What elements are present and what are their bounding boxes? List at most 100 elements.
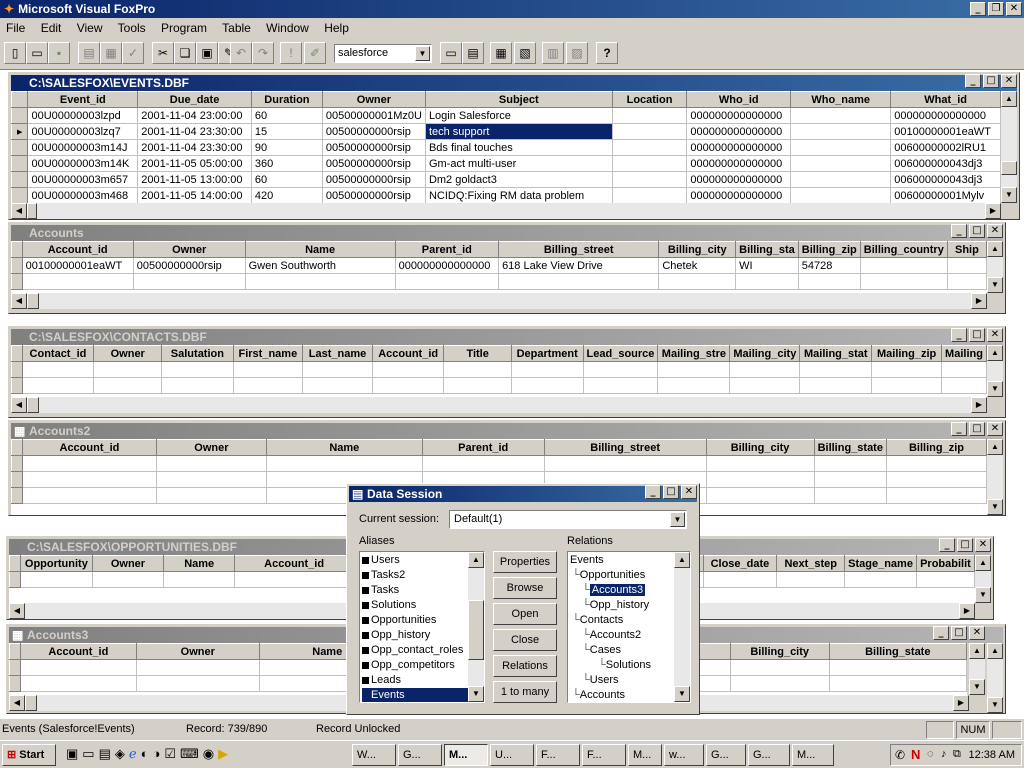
accounts-horizontal-scrollbar[interactable]: ◀ ▶: [11, 293, 987, 309]
table-row[interactable]: 00U00000003m14K 2001-11-05 05:00:00 360 005…: [11, 155, 1001, 172]
cell[interactable]: 54728: [797, 257, 861, 274]
col-parent-id[interactable]: Parent_id: [421, 439, 545, 456]
col-probability[interactable]: Probabilit: [915, 555, 975, 572]
cell[interactable]: 2001-11-05 05:00:00: [137, 155, 252, 172]
cell[interactable]: 00600000001Mylv: [890, 187, 1001, 203]
undo-icon[interactable]: ↶: [230, 42, 252, 64]
scroll-thumb[interactable]: [468, 600, 484, 660]
scroll-up-icon[interactable]: ▲: [674, 552, 690, 568]
cell[interactable]: 00500000001Mz0U: [321, 107, 426, 124]
run-icon[interactable]: !: [280, 42, 302, 64]
cell[interactable]: 2001-11-04 23:00:00: [137, 107, 252, 124]
current-record-indicator[interactable]: ▶: [11, 123, 29, 140]
quick-launch-icon[interactable]: ◈: [115, 746, 125, 762]
col-location[interactable]: Location: [611, 91, 688, 108]
row-selector[interactable]: [11, 155, 29, 172]
close-button[interactable]: Close: [493, 629, 557, 651]
tray-icon[interactable]: ◌: [927, 748, 934, 760]
print-preview-icon[interactable]: ▦: [100, 42, 122, 64]
report-wizard-icon[interactable]: ▧: [514, 42, 536, 64]
col-who-id[interactable]: Who_id: [686, 91, 792, 108]
view-window-icon[interactable]: ▤: [462, 42, 484, 64]
cell[interactable]: [611, 155, 688, 172]
cell[interactable]: 000000000000000: [686, 155, 792, 172]
accounts-minimize-button[interactable]: _: [951, 224, 967, 238]
col-name[interactable]: Name: [265, 439, 423, 456]
taskbar-button-g1[interactable]: G...: [706, 744, 746, 766]
app-minimize-button[interactable]: _: [970, 2, 986, 16]
quick-launch-icon[interactable]: ▤: [99, 746, 111, 762]
cell[interactable]: Dm2 goldact3: [424, 171, 613, 188]
table-row[interactable]: [11, 273, 987, 290]
scroll-up-icon[interactable]: ▲: [987, 643, 1003, 659]
menu-help[interactable]: Help: [324, 21, 349, 35]
scroll-thumb[interactable]: [27, 397, 39, 413]
command-window-icon[interactable]: ▭: [440, 42, 462, 64]
col-owner[interactable]: Owner: [93, 345, 163, 362]
row-selector[interactable]: [11, 187, 29, 203]
cell[interactable]: [790, 107, 892, 124]
cell[interactable]: Bds final touches: [424, 139, 613, 156]
open-button[interactable]: Open: [493, 603, 557, 625]
cell[interactable]: 000000000000000: [686, 139, 792, 156]
cell[interactable]: 420: [250, 187, 323, 203]
tree-node-accounts2[interactable]: └Accounts2: [582, 628, 641, 643]
scroll-up-icon[interactable]: ▲: [969, 643, 985, 659]
table-row[interactable]: 00U00000003lzpd 2001-11-04 23:00:00 60 0050…: [11, 107, 1001, 124]
new-icon[interactable]: ▯: [4, 42, 26, 64]
quick-launch-icon[interactable]: ⌨: [180, 746, 199, 762]
col-first-name[interactable]: First_name: [232, 345, 304, 362]
taskbar-button-foxpro[interactable]: M...: [444, 744, 488, 766]
tree-node-accounts[interactable]: └Accounts: [572, 688, 625, 702]
opportunities-close-button[interactable]: ✕: [975, 538, 991, 552]
tree-node-opp-history[interactable]: └Opp_history: [582, 598, 649, 613]
cell[interactable]: 000000000000000: [394, 257, 500, 274]
alias-item[interactable]: Opp_contact_roles: [362, 643, 468, 658]
cell[interactable]: 00U00000003m468: [27, 187, 139, 203]
tray-icon[interactable]: ⧉: [953, 748, 961, 761]
scroll-right-icon[interactable]: ▶: [953, 695, 969, 711]
cell[interactable]: 00U00000003m657: [27, 171, 139, 188]
tree-node-cases[interactable]: └Cases: [582, 643, 621, 658]
events-grid[interactable]: Event_id Due_date Duration Owner Subject…: [11, 91, 1001, 203]
data-session-maximize-button[interactable]: □: [663, 485, 679, 499]
col-billing-country[interactable]: Billing_country: [859, 241, 948, 258]
cell[interactable]: 618 Lake View Drive: [498, 257, 660, 274]
scroll-up-icon[interactable]: ▲: [975, 555, 991, 571]
cell[interactable]: 000000000000000: [686, 171, 792, 188]
cell[interactable]: 2001-11-05 14:00:00: [137, 187, 252, 203]
col-event-id[interactable]: Event_id: [27, 91, 139, 108]
col-mailing[interactable]: Mailing: [941, 345, 987, 362]
contacts-vertical-scrollbar[interactable]: ▲ ▼: [987, 345, 1003, 397]
col-billing-city[interactable]: Billing_city: [729, 643, 830, 660]
cell[interactable]: 15: [250, 123, 323, 140]
data-session-window[interactable]: ▤ Data Session _ □ ✕ Current session: Def…: [346, 483, 700, 715]
col-billing-state[interactable]: Billing_state: [828, 643, 967, 660]
events-vertical-scrollbar[interactable]: ▲ ▼: [1001, 91, 1017, 203]
cell[interactable]: Login Salesforce: [424, 107, 613, 124]
scroll-down-icon[interactable]: ▼: [1001, 187, 1017, 203]
accounts-vertical-scrollbar[interactable]: ▲ ▼: [987, 241, 1003, 293]
accounts2-vertical-scrollbar[interactable]: ▲ ▼: [987, 439, 1003, 515]
col-stage-name[interactable]: Stage_name: [844, 555, 917, 572]
scroll-down-icon[interactable]: ▼: [987, 697, 1003, 713]
save-icon[interactable]: ▪: [48, 42, 70, 64]
tray-icon[interactable]: N: [911, 747, 920, 762]
col-billing-state[interactable]: Billing_sta: [735, 241, 799, 258]
alias-item[interactable]: Leads: [362, 673, 468, 688]
cell[interactable]: Gm-act multi-user: [424, 155, 613, 172]
accounts3-maximize-button[interactable]: □: [951, 626, 967, 640]
scroll-down-icon[interactable]: ▼: [468, 686, 484, 702]
cell[interactable]: 000000000000000: [686, 187, 792, 203]
menu-tools[interactable]: Tools: [118, 21, 146, 35]
cell[interactable]: 00U00000003lzpd: [27, 107, 139, 124]
table-row[interactable]: 00U00000003m468 2001-11-05 14:00:00 420 005…: [11, 187, 1001, 203]
browse-button[interactable]: Browse: [493, 577, 557, 599]
cell[interactable]: [611, 171, 688, 188]
scroll-up-icon[interactable]: ▲: [468, 552, 484, 568]
col-opportunity[interactable]: Opportunity: [19, 555, 93, 572]
cut-icon[interactable]: ✂: [152, 42, 174, 64]
alias-item[interactable]: Events: [362, 688, 468, 702]
col-owner[interactable]: Owner: [135, 643, 260, 660]
scroll-up-icon[interactable]: ▲: [987, 439, 1003, 455]
